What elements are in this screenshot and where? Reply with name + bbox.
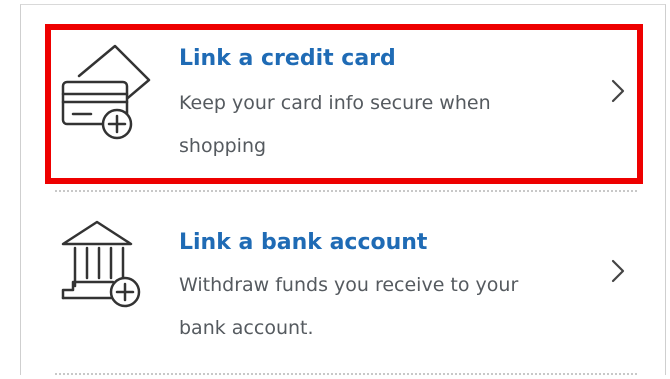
option-description: Keep your card info secure when shopping: [179, 92, 491, 157]
chevron-right-icon: [611, 79, 625, 103]
option-description: Withdraw funds you receive to your bank …: [179, 274, 519, 339]
divider: [55, 190, 637, 192]
divider: [55, 373, 637, 375]
credit-card-add-icon: [61, 44, 151, 140]
option-title: Link a bank account: [179, 230, 428, 255]
chevron-right-icon: [611, 259, 625, 283]
link-credit-card-option[interactable]: Link a credit card Keep your card info s…: [55, 28, 637, 178]
link-bank-account-option[interactable]: Link a bank account Withdraw funds you r…: [55, 200, 637, 365]
bank-add-icon: [61, 220, 141, 308]
option-title: Link a credit card: [179, 46, 396, 71]
